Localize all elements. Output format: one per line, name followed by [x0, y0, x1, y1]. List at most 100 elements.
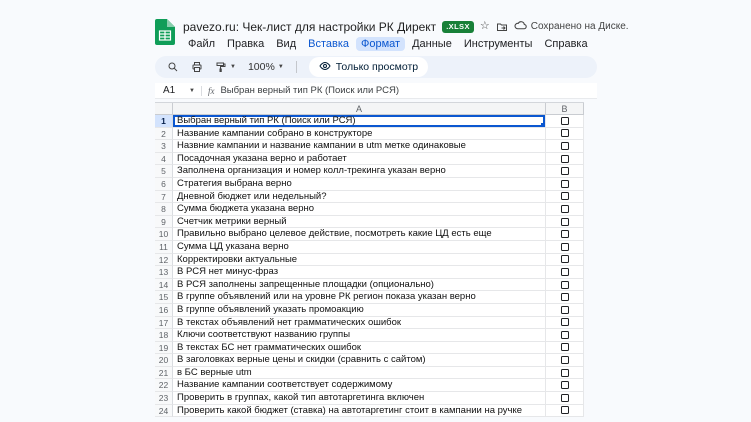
checkbox-icon[interactable]	[561, 117, 569, 125]
checkbox-icon[interactable]	[561, 205, 569, 213]
row-number[interactable]: 8	[155, 203, 173, 216]
checkbox-icon[interactable]	[561, 281, 569, 289]
cell-a3[interactable]: Назвние кампании и название кампании в u…	[173, 140, 546, 153]
cell-b24[interactable]	[546, 405, 584, 418]
checkbox-icon[interactable]	[561, 218, 569, 226]
checkbox-icon[interactable]	[561, 268, 569, 276]
menu-item-1[interactable]: Файл	[183, 37, 220, 51]
document-title[interactable]: pavezo.ru: Чек-лист для настройки РК Дир…	[183, 20, 436, 34]
star-icon[interactable]: ☆	[480, 21, 490, 32]
cell-b5[interactable]	[546, 165, 584, 178]
cell-b11[interactable]	[546, 241, 584, 254]
row-number[interactable]: 1	[155, 115, 173, 128]
menu-item-4[interactable]: Вставка	[303, 37, 354, 51]
checkbox-icon[interactable]	[561, 343, 569, 351]
cell-a7[interactable]: Дневной бюджет или недельный?	[173, 191, 546, 204]
checkbox-icon[interactable]	[561, 129, 569, 137]
cell-a20[interactable]: В заголовках верные цены и скидки (сравн…	[173, 354, 546, 367]
row-number[interactable]: 18	[155, 329, 173, 342]
row-number[interactable]: 2	[155, 128, 173, 141]
column-header-a[interactable]: A	[173, 103, 546, 114]
cell-b3[interactable]	[546, 140, 584, 153]
cell-b17[interactable]	[546, 317, 584, 330]
checkbox-icon[interactable]	[561, 369, 569, 377]
row-number[interactable]: 21	[155, 367, 173, 380]
name-box[interactable]: A1	[163, 85, 183, 96]
cell-b12[interactable]	[546, 254, 584, 267]
menu-item-5[interactable]: Формат	[356, 37, 405, 51]
cell-a11[interactable]: Сумма ЦД указана верно	[173, 241, 546, 254]
row-number[interactable]: 4	[155, 153, 173, 166]
chevron-down-icon[interactable]: ▼	[189, 88, 195, 94]
cell-b13[interactable]	[546, 266, 584, 279]
cell-a12[interactable]: Корректировки актуальные	[173, 254, 546, 267]
row-number[interactable]: 12	[155, 254, 173, 267]
cell-b1[interactable]	[546, 115, 584, 128]
column-header-b[interactable]: B	[546, 103, 584, 114]
cell-b6[interactable]	[546, 178, 584, 191]
search-icon[interactable]	[167, 61, 179, 73]
row-number[interactable]: 23	[155, 392, 173, 405]
row-number[interactable]: 6	[155, 178, 173, 191]
row-number[interactable]: 15	[155, 291, 173, 304]
sheets-logo-icon[interactable]	[155, 19, 175, 50]
cell-a18[interactable]: Ключи соответствуют названию группы	[173, 329, 546, 342]
cell-a10[interactable]: Правильно выбрано целевое действие, посм…	[173, 228, 546, 241]
row-number[interactable]: 14	[155, 279, 173, 292]
select-all-corner[interactable]	[155, 103, 173, 114]
saved-status[interactable]: Сохранено на Диске.	[514, 19, 629, 35]
cell-a5[interactable]: Заполнена организация и номер колл-треки…	[173, 165, 546, 178]
cell-a17[interactable]: В текстах объявлений нет грамматических …	[173, 317, 546, 330]
cell-b7[interactable]	[546, 191, 584, 204]
row-number[interactable]: 22	[155, 379, 173, 392]
cell-a24[interactable]: Проверить какой бюджет (ставка) на автот…	[173, 405, 546, 418]
row-number[interactable]: 9	[155, 216, 173, 229]
cell-a13[interactable]: В РСЯ нет минус-фраз	[173, 266, 546, 279]
checkbox-icon[interactable]	[561, 192, 569, 200]
cell-b10[interactable]	[546, 228, 584, 241]
cell-b14[interactable]	[546, 279, 584, 292]
checkbox-icon[interactable]	[561, 381, 569, 389]
cell-a6[interactable]: Стратегия выбрана верно	[173, 178, 546, 191]
checkbox-icon[interactable]	[561, 406, 569, 414]
cell-a4[interactable]: Посадочная указана верно и работает	[173, 153, 546, 166]
cell-a23[interactable]: Проверить в группах, какой тип автотарге…	[173, 392, 546, 405]
row-number[interactable]: 7	[155, 191, 173, 204]
checkbox-icon[interactable]	[561, 293, 569, 301]
cell-a1[interactable]: Выбран верный тип РК (Поиск или РСЯ)	[173, 115, 546, 128]
cell-b16[interactable]	[546, 304, 584, 317]
zoom-control[interactable]: 100% ▼	[248, 61, 284, 73]
menu-item-6[interactable]: Данные	[407, 37, 457, 51]
checkbox-icon[interactable]	[561, 230, 569, 238]
checkbox-icon[interactable]	[561, 306, 569, 314]
cell-a9[interactable]: Счетчик метрики верный	[173, 216, 546, 229]
cell-a19[interactable]: В текстах БС нет грамматических ошибок	[173, 342, 546, 355]
checkbox-icon[interactable]	[561, 356, 569, 364]
view-only-pill[interactable]: Только просмотр	[309, 57, 428, 77]
cell-b19[interactable]	[546, 342, 584, 355]
cell-a14[interactable]: В РСЯ заполнены запрещенные площадки (оп…	[173, 279, 546, 292]
row-number[interactable]: 16	[155, 304, 173, 317]
cell-b4[interactable]	[546, 153, 584, 166]
row-number[interactable]: 11	[155, 241, 173, 254]
menu-item-2[interactable]: Правка	[222, 37, 269, 51]
formula-input[interactable]: Выбран верный тип РК (Поиск или РСЯ)	[220, 85, 399, 96]
cell-b21[interactable]	[546, 367, 584, 380]
row-number[interactable]: 19	[155, 342, 173, 355]
row-number[interactable]: 17	[155, 317, 173, 330]
cell-a16[interactable]: В группе объявлений указать промоакцию	[173, 304, 546, 317]
checkbox-icon[interactable]	[561, 167, 569, 175]
cell-b22[interactable]	[546, 379, 584, 392]
row-number[interactable]: 10	[155, 228, 173, 241]
row-number[interactable]: 24	[155, 405, 173, 418]
cell-a21[interactable]: в БС верные utm	[173, 367, 546, 380]
row-number[interactable]: 5	[155, 165, 173, 178]
print-icon[interactable]	[191, 61, 203, 73]
checkbox-icon[interactable]	[561, 331, 569, 339]
cell-b8[interactable]	[546, 203, 584, 216]
menu-item-8[interactable]: Справка	[539, 37, 592, 51]
move-folder-icon[interactable]	[496, 21, 508, 33]
paint-format-icon[interactable]: ▼	[215, 61, 236, 73]
cell-b18[interactable]	[546, 329, 584, 342]
checkbox-icon[interactable]	[561, 318, 569, 326]
